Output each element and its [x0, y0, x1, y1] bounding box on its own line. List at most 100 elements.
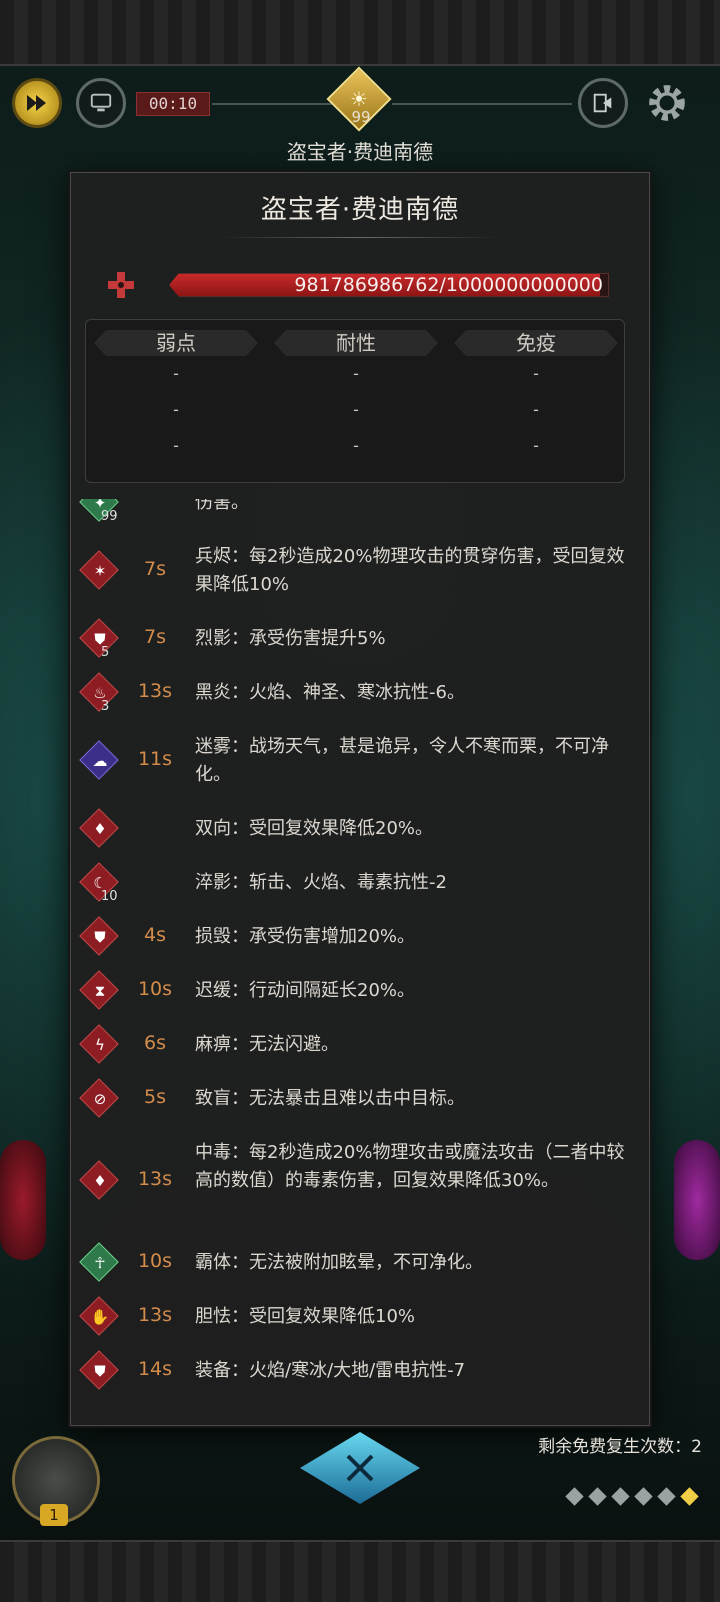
duration-label: 13s [137, 1304, 173, 1326]
shield-icon: ⛊ [79, 916, 119, 956]
top-frame [0, 0, 720, 66]
fog-icon: ☁ [79, 740, 119, 780]
team-page-indicator [565, 1487, 699, 1506]
boss-level: 99 [351, 108, 371, 126]
duration-label: 10s [137, 1250, 173, 1272]
drops-icon: ♦ [79, 808, 119, 848]
duration-label: 14s [137, 1358, 173, 1380]
progress-track-left [212, 103, 332, 105]
duration-label: 6s [144, 1032, 166, 1054]
portrait-badge: 1 [40, 1504, 68, 1526]
duration-label: 7s [144, 626, 166, 648]
poison-icon: ♦ [79, 1160, 119, 1200]
gear-icon [649, 85, 685, 121]
effect-description: 麻痹：无法闪避。 [195, 1034, 339, 1055]
page-dot-active[interactable] [680, 1487, 699, 1506]
resistance-cell: - [353, 400, 359, 419]
resistance-cell: - [353, 364, 359, 383]
settings-button[interactable] [642, 78, 692, 128]
auto-battle-button[interactable] [76, 78, 126, 128]
icon-glyph: ✋ [90, 1308, 110, 1326]
speed-toggle-button[interactable] [12, 78, 62, 128]
icon-glyph: ⛊ [94, 928, 106, 946]
effect-description: 中毒：每2秒造成20%物理攻击或魔法攻击（二者中较高的数值）的毒素伤害，回复效果… [195, 1142, 625, 1191]
icon-glyph: ☁ [92, 752, 108, 770]
effect-description: 淬影：斩击、火焰、毒素抗性-2 [195, 872, 447, 893]
title-divider [221, 237, 501, 238]
duration-label: 13s [137, 1168, 173, 1190]
blind-icon: ⊘ [79, 1078, 119, 1118]
left-unit-orb [0, 1140, 46, 1260]
weakness-column: 弱点 - - - [86, 320, 266, 482]
battle-timer: 00:10 [136, 92, 210, 116]
resistance-cell: - [353, 436, 359, 455]
icon-glyph: ⧗ [94, 982, 106, 1000]
page-dot[interactable] [634, 1487, 653, 1506]
page-dot[interactable] [657, 1487, 676, 1506]
shield-icon: ⛊ [79, 1350, 119, 1390]
resistance-table: 弱点 - - - 耐性 - - - 免疫 - - - [85, 319, 625, 483]
weapon-burn-icon: ✶ [79, 550, 119, 590]
free-revive-count: 剩余免费复生次数：2 [538, 1437, 702, 1457]
panel-title: 盗宝者·费迪南德 [260, 195, 460, 225]
immunity-header: 免疫 [454, 330, 618, 356]
effect-description: 迷雾：战场天气，甚是诡异，令人不寒而栗，不可净化。 [195, 736, 609, 785]
duration-label: 10s [137, 978, 173, 1000]
icon-glyph: ϟ [95, 1036, 105, 1054]
stance-icon: ☥ [79, 1242, 119, 1282]
icon-glyph: ♦ [93, 1172, 107, 1190]
stack-count: 10 [101, 889, 118, 904]
health-cross-icon [108, 272, 134, 298]
fast-forward-icon [27, 95, 46, 111]
weakness-cell: - [173, 436, 179, 455]
hp-text: 981786986762/1000000000000 [294, 274, 603, 296]
boss-name-label: 盗宝者·费迪南德 [286, 140, 434, 164]
effect-description: 损毁：承受伤害增加20%。 [195, 926, 416, 947]
duration-label: 7s [144, 558, 166, 580]
icon-glyph: ⛊ [94, 630, 106, 648]
effect-description: 霸体：无法被附加眩晕，不可净化。 [195, 1252, 483, 1273]
icon-glyph: ⛊ [94, 1362, 106, 1380]
black-flame-icon: ♨ [79, 672, 119, 712]
weakness-cell: - [173, 364, 179, 383]
duration-label: 11s [137, 748, 173, 770]
effect-description: 装备：火焰/寒冰/大地/雷电抗性-7 [195, 1360, 466, 1381]
status-effect-list[interactable]: ✦ 99 伤害。 ✶ 7s 兵烬：每2秒造成20%物理攻击的贯穿伤害，受回复效果降低10%… [71, 499, 649, 1419]
resistance-header: 耐性 [274, 330, 438, 356]
monitor-icon [90, 93, 112, 112]
immunity-column: 免疫 - - - [446, 320, 626, 482]
page-dot[interactable] [588, 1487, 607, 1506]
icon-glyph: ⊘ [93, 1090, 107, 1108]
effect-description: 伤害。 [195, 499, 249, 513]
stack-count: 99 [101, 509, 118, 524]
exit-battle-button[interactable] [578, 78, 628, 128]
icon-glyph: ♦ [93, 820, 107, 838]
stack-count: 3 [101, 699, 110, 714]
right-unit-orb [674, 1140, 720, 1260]
icon-glyph: ♨ [93, 684, 107, 702]
page-dot[interactable] [611, 1487, 630, 1506]
effect-description: 黑炎：火焰、神圣、寒冰抗性-6。 [195, 682, 465, 703]
duration-label: 4s [144, 924, 166, 946]
boss-info-panel[interactable]: 盗宝者·费迪南德 981786986762/1000000000000 弱点 -… [70, 172, 650, 1426]
effect-description: 胆怯：受回复效果降低10% [195, 1306, 416, 1327]
stack-count: 5 [101, 645, 110, 660]
hourglass-icon: ⧗ [79, 970, 119, 1010]
immunity-cell: - [533, 400, 539, 419]
paralyze-icon: ϟ [79, 1024, 119, 1064]
progress-track-right [392, 103, 572, 105]
icon-glyph: ☥ [94, 1254, 106, 1272]
duration-label: 5s [144, 1086, 166, 1108]
bottom-frame [0, 1540, 720, 1602]
shield-icon: ⛊ [79, 618, 119, 658]
crossed-swords-icon [346, 1454, 374, 1482]
immunity-cell: - [533, 364, 539, 383]
effect-description: 双向：受回复效果降低20%。 [195, 818, 434, 839]
effect-description: 迟缓：行动间隔延长20%。 [195, 980, 416, 1001]
weakness-cell: - [173, 400, 179, 419]
exit-door-icon [593, 93, 612, 113]
effect-description: 兵烬：每2秒造成20%物理攻击的贯穿伤害，受回复效果降低10% [195, 546, 625, 595]
fear-icon: ✋ [79, 1296, 119, 1336]
page-dot[interactable] [565, 1487, 584, 1506]
weakness-header: 弱点 [94, 330, 258, 356]
